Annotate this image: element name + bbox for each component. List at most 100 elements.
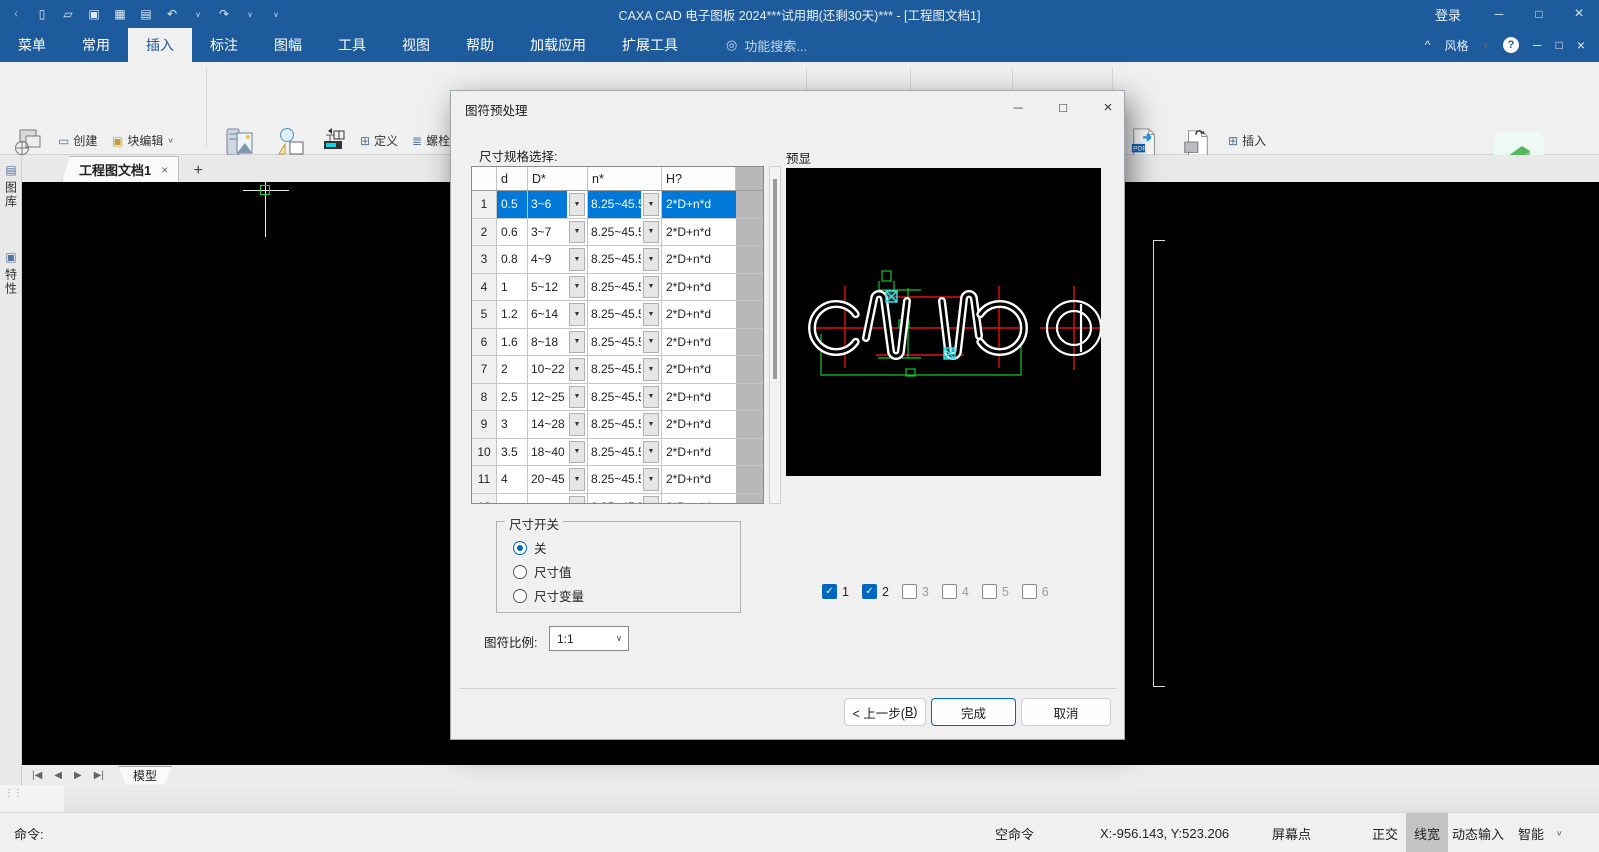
status-smart-mode[interactable]: 智能 xyxy=(1518,813,1544,852)
login-button[interactable]: 登录 xyxy=(1417,5,1479,24)
style-menu[interactable]: 风格 xyxy=(1444,37,1468,54)
print-icon[interactable]: ▤ xyxy=(138,6,154,22)
dropdown-arrow-icon[interactable]: ▼ xyxy=(643,358,659,381)
dropdown-arrow-icon[interactable]: ▼ xyxy=(569,468,585,491)
cancel-button[interactable]: 取消 xyxy=(1021,698,1111,726)
nav-prev-icon[interactable]: ◀ xyxy=(54,770,62,781)
dropdown-arrow-icon[interactable]: ▼ xyxy=(643,413,659,436)
app-logo-icon[interactable]: ᚲ xyxy=(8,6,24,22)
menu-tab-标注[interactable]: 标注 xyxy=(192,28,256,62)
dropdown-arrow-icon[interactable]: ▼ xyxy=(643,193,659,216)
spec-table-scrollbar[interactable] xyxy=(769,166,781,504)
function-search[interactable]: ◎ 功能搜索... xyxy=(726,28,807,62)
radio-dim-value[interactable]: 尺寸值 xyxy=(513,562,572,581)
view-checkbox-4[interactable]: 4 xyxy=(941,584,969,599)
dialog-maximize-button[interactable]: □ xyxy=(1044,94,1082,120)
back-button[interactable]: < 上一步(B) xyxy=(844,698,926,726)
radio-off[interactable]: 关 xyxy=(513,538,547,557)
dropdown-arrow-icon[interactable]: ▼ xyxy=(569,248,585,271)
nav-first-icon[interactable]: |◀ xyxy=(32,770,42,781)
symbol-scale-select[interactable]: 1:1 ∨ xyxy=(549,626,629,651)
dropdown-arrow-icon[interactable]: ▼ xyxy=(569,330,585,353)
ribbon-collapse-icon[interactable]: ^ xyxy=(1425,38,1431,52)
dropdown-arrow-icon[interactable]: ▼ xyxy=(643,248,659,271)
dropdown-arrow-icon[interactable]: ▼ xyxy=(643,385,659,408)
new-document-icon[interactable]: ▯ xyxy=(34,6,50,22)
menu-tab-扩展工具[interactable]: 扩展工具 xyxy=(604,28,696,62)
spec-table-row[interactable]: 5 1.2 6~14 ▼ 8.25~45.5 ▼ 2*D+n*d xyxy=(472,301,763,329)
nav-last-icon[interactable]: ▶| xyxy=(94,770,104,781)
save-as-icon[interactable]: ▦ xyxy=(112,6,128,22)
spec-table-row[interactable]: 10 3.5 18~40 ▼ 8.25~45.5 ▼ 2*D+n*d xyxy=(472,438,763,466)
radio-dim-variable[interactable]: 尺寸变量 xyxy=(513,586,584,605)
menu-tab-插入[interactable]: 插入 xyxy=(128,28,192,62)
status-linewidth-toggle[interactable]: 线宽 xyxy=(1406,813,1449,852)
dropdown-arrow-icon[interactable]: ▼ xyxy=(569,413,585,436)
spec-table-row[interactable]: 6 1.6 8~18 ▼ 8.25~45.5 ▼ 2*D+n*d xyxy=(472,328,763,356)
sidebar-tab-library[interactable]: ▤ 图库 xyxy=(1,163,21,209)
dropdown-arrow-icon[interactable]: ▼ xyxy=(569,193,585,216)
block-edit-button[interactable]: ▣ 块编辑 ∨ xyxy=(112,130,174,151)
view-checkbox-6[interactable]: 6 xyxy=(1021,584,1049,599)
menu-tab-帮助[interactable]: 帮助 xyxy=(448,28,512,62)
doc-minimize-button[interactable]: ─ xyxy=(1533,38,1542,52)
library-define-button[interactable]: ⊞ 定义 xyxy=(360,130,398,151)
dropdown-arrow-icon[interactable]: ▼ xyxy=(569,303,585,326)
dropdown-arrow-icon[interactable]: ▼ xyxy=(643,303,659,326)
sidebar-tab-properties[interactable]: ▣ 特性 xyxy=(1,250,21,296)
dropdown-arrow-icon[interactable]: ▼ xyxy=(569,275,585,298)
view-checkbox-2[interactable]: ✓ 2 xyxy=(861,584,889,599)
dropdown-arrow-icon[interactable]: ▼ xyxy=(569,385,585,408)
dialog-close-button[interactable]: × xyxy=(1089,94,1127,120)
menu-tab-菜单[interactable]: 菜单 xyxy=(0,28,64,62)
window-close-button[interactable]: × xyxy=(1559,0,1599,28)
command-bar[interactable]: ⋮⋮ xyxy=(0,785,1599,812)
status-ortho-toggle[interactable]: 正交 xyxy=(1372,813,1398,852)
dropdown-arrow-icon[interactable]: ▼ xyxy=(643,330,659,353)
doc-close-button[interactable]: × xyxy=(1577,37,1585,53)
dropdown-arrow-icon[interactable]: ▼ xyxy=(643,468,659,491)
spec-table-row[interactable]: 2 0.6 3~7 ▼ 8.25~45.5 ▼ 2*D+n*d xyxy=(472,218,763,246)
command-prompt[interactable]: 命令: xyxy=(14,813,44,852)
spec-table-row[interactable]: 9 3 14~28 ▼ 8.25~45.5 ▼ 2*D+n*d xyxy=(472,411,763,439)
open-file-icon[interactable]: ▱ xyxy=(60,6,76,22)
spec-table-row[interactable]: 12▼8.25~45.5▼2*D+n*d xyxy=(472,493,763,503)
dropdown-arrow-icon[interactable]: ▼ xyxy=(643,220,659,243)
new-tab-button[interactable]: + xyxy=(185,160,211,182)
dropdown-arrow-icon[interactable]: ▼ xyxy=(569,220,585,243)
dropdown-arrow-icon[interactable]: ▼ xyxy=(643,440,659,463)
save-icon[interactable]: ▣ xyxy=(86,6,102,22)
command-bar-grip[interactable]: ⋮⋮ xyxy=(0,785,64,812)
menu-tab-视图[interactable]: 视图 xyxy=(384,28,448,62)
menu-tab-常用[interactable]: 常用 xyxy=(64,28,128,62)
object-insert-button[interactable]: ⊞ 插入 xyxy=(1228,130,1266,151)
view-checkbox-1[interactable]: ✓ 1 xyxy=(822,584,849,599)
dropdown-arrow-icon[interactable]: ▼ xyxy=(569,358,585,381)
view-checkbox-5[interactable]: 5 xyxy=(981,584,1009,599)
qat-customize-icon[interactable]: ∨ xyxy=(268,6,284,22)
spec-table[interactable]: d D* n* H? 1 0.5 3~6 ▼ 8.25~45.5 ▼ 2*D+n*d 2 0.6… xyxy=(471,166,764,504)
smart-mode-caret-icon[interactable]: ∨ xyxy=(1556,817,1563,849)
scrollbar-thumb[interactable] xyxy=(773,179,777,379)
nav-next-icon[interactable]: ▶ xyxy=(74,770,82,781)
spec-table-row[interactable]: 7 2 10~22 ▼ 8.25~45.5 ▼ 2*D+n*d xyxy=(472,356,763,384)
undo-caret-icon[interactable]: ∨ xyxy=(190,6,206,22)
doc-restore-button[interactable]: □ xyxy=(1556,38,1563,52)
spec-table-row[interactable]: 11 4 20~45 ▼ 8.25~45.5 ▼ 2*D+n*d xyxy=(472,466,763,494)
dropdown-arrow-icon[interactable]: ▼ xyxy=(643,275,659,298)
spec-table-row[interactable]: 8 2.5 12~25 ▼ 8.25~45.5 ▼ 2*D+n*d xyxy=(472,383,763,411)
status-screen-point[interactable]: 屏幕点 xyxy=(1272,813,1311,852)
dialog-titlebar[interactable]: 图符预处理 ─ □ × xyxy=(451,91,1124,123)
model-tab[interactable]: 模型 xyxy=(118,765,173,785)
redo-icon[interactable]: ↷ xyxy=(216,6,232,22)
menu-tab-图幅[interactable]: 图幅 xyxy=(256,28,320,62)
dropdown-arrow-icon[interactable]: ▼ xyxy=(569,440,585,463)
spec-table-row[interactable]: 3 0.8 4~9 ▼ 8.25~45.5 ▼ 2*D+n*d xyxy=(472,246,763,274)
menu-tab-工具[interactable]: 工具 xyxy=(320,28,384,62)
window-restore-button[interactable]: □ xyxy=(1519,0,1559,28)
dialog-minimize-button[interactable]: ─ xyxy=(999,94,1037,120)
menu-tab-加载应用[interactable]: 加载应用 xyxy=(512,28,604,62)
help-icon[interactable]: ? xyxy=(1503,37,1520,53)
undo-icon[interactable]: ↶ xyxy=(164,6,180,22)
document-tab-close-icon[interactable]: × xyxy=(161,163,168,177)
